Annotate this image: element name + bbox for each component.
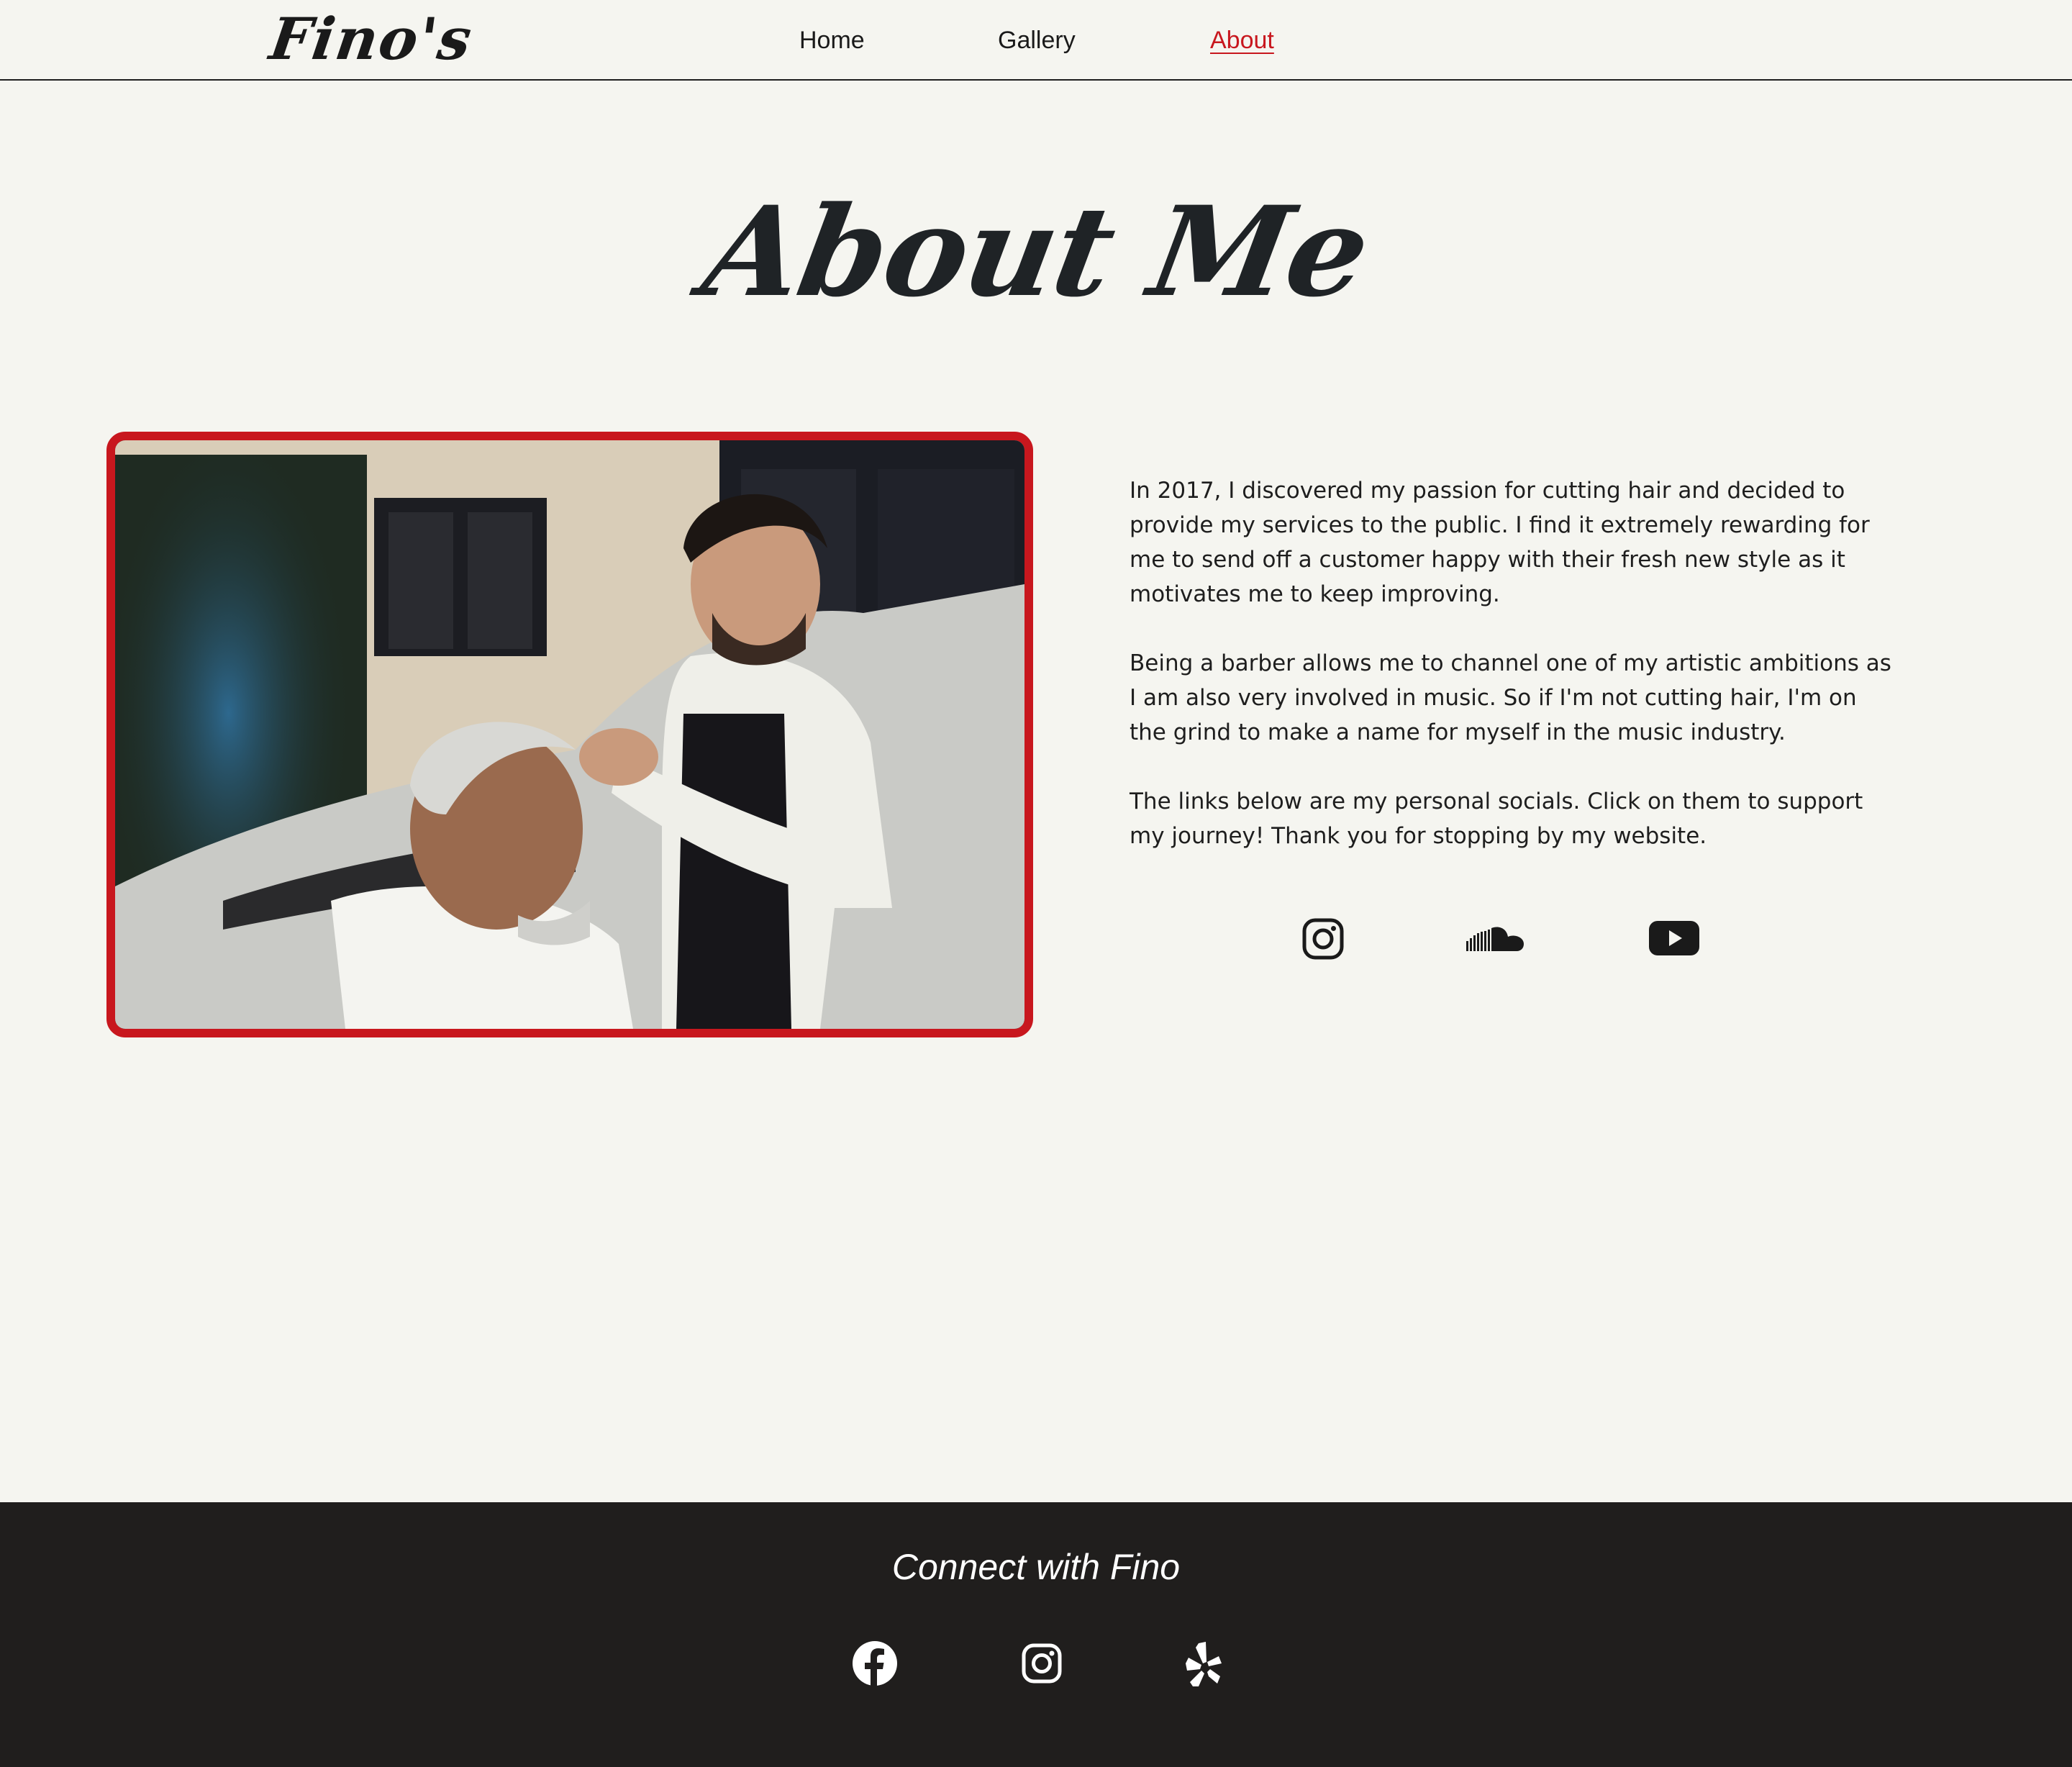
nav-link-home[interactable]: Home [799, 24, 865, 56]
youtube-icon[interactable] [1649, 919, 1699, 960]
soundcloud-icon[interactable] [1466, 924, 1527, 957]
bio-paragraph: In 2017, I discovered my passion for cut… [1130, 478, 1870, 607]
nav-link-gallery[interactable]: Gallery [998, 24, 1076, 56]
facebook-icon[interactable] [852, 1640, 898, 1689]
barber-photo-illustration [115, 440, 1024, 1029]
bio-paragraph: Being a barber allows me to channel one … [1130, 650, 1891, 745]
bio-paragraph: The links below are my personal socials.… [1130, 789, 1863, 849]
footer-title: Connect with Fino [891, 1547, 1181, 1587]
nav-link-about[interactable]: About [1210, 24, 1274, 56]
brand-logo[interactable]: Fino's [265, 3, 477, 75]
instagram-icon[interactable] [1302, 918, 1344, 963]
bio-section: In 2017, I discovered my passion for cut… [1130, 473, 1892, 888]
barber-photo [106, 432, 1033, 1037]
yelp-icon[interactable] [1184, 1642, 1222, 1691]
site-footer: Connect with Fino [0, 1502, 2072, 1767]
footer-instagram-icon[interactable] [1022, 1643, 1062, 1686]
page-title: About Me [693, 178, 1379, 324]
top-nav: Fino's Home Gallery About [0, 0, 2072, 81]
